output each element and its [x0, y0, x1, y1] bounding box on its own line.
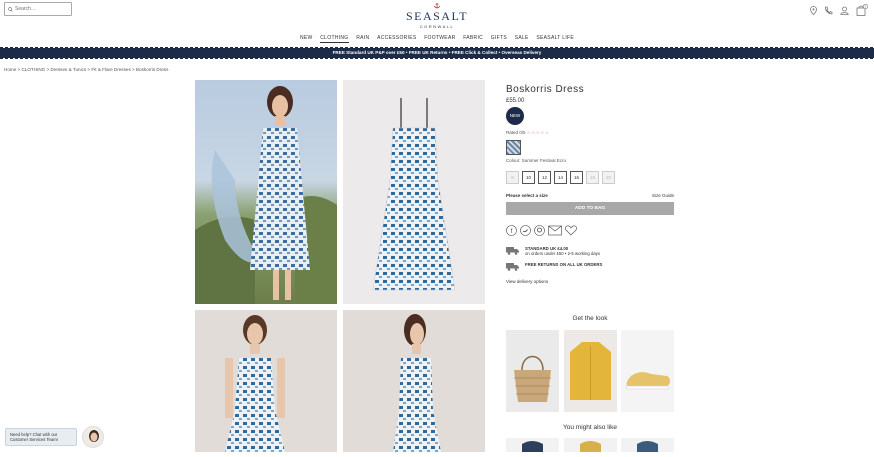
nav-footwear[interactable]: FOOTWEAR	[424, 35, 455, 41]
recommended-garment-illustration	[522, 441, 543, 452]
colour-label: Colour: Summer Festival Ecru	[506, 158, 567, 163]
main-nav: NEW CLOTHING RAIN ACCESSORIES FOOTWEAR F…	[0, 35, 874, 43]
select-size-prompt: Please select a size	[506, 193, 548, 198]
product-title: Boskorris Dress	[506, 84, 585, 95]
delivery-options-link[interactable]: View delivery options	[506, 279, 674, 284]
returns-truck-icon	[506, 263, 519, 271]
facebook-icon[interactable]: f	[506, 225, 517, 236]
chat-widget[interactable]: Need help? Chat with our Customer Servic…	[5, 428, 77, 446]
location-pin-icon[interactable]	[810, 5, 817, 15]
look-item-basket-bag[interactable]	[506, 330, 559, 412]
share-row: f	[506, 225, 674, 236]
size-selector: 8 10 12 14 16 18 20	[506, 171, 674, 184]
shipping-info: STANDARD UK £4.00 on orders under £50 • …	[506, 246, 674, 256]
nav-seasalt-life[interactable]: SEASALT LIFE	[536, 35, 574, 41]
recommended-garment-illustration	[637, 441, 658, 452]
phone-icon[interactable]	[824, 6, 833, 15]
nav-accessories[interactable]: ACCESSORIES	[377, 35, 416, 41]
shoe-illustration	[625, 372, 670, 390]
look-item-yellow-shoe[interactable]	[621, 330, 674, 412]
breadcrumb[interactable]: Home > CLOTHING > Dresses & Tunics > Fit…	[4, 67, 168, 72]
product-info: Boskorris Dress £55.00 NEW Rated 0/5 ☆☆☆…	[506, 84, 674, 284]
you-might-also-like-heading: You might also like	[563, 424, 617, 431]
delivery-truck-icon	[506, 247, 519, 255]
colour-swatch[interactable]	[506, 140, 521, 155]
product-photo-model-side[interactable]	[343, 310, 485, 452]
product-price: £55.00	[506, 98, 525, 104]
recommended-item[interactable]	[506, 438, 559, 452]
twitter-icon[interactable]	[520, 225, 531, 236]
product-photo-model-outdoor[interactable]	[195, 80, 337, 304]
cardigan-illustration	[570, 342, 611, 400]
get-the-look-heading: Get the look	[572, 315, 608, 322]
dress-flatlay-illustration	[372, 98, 456, 291]
model-front-illustration	[225, 315, 285, 452]
model-outdoor-illustration	[195, 86, 337, 304]
nav-clothing[interactable]: CLOTHING	[320, 35, 349, 43]
svg-text:f: f	[511, 229, 513, 235]
account-icon[interactable]	[840, 6, 849, 15]
product-photo-flatlay[interactable]	[343, 80, 485, 304]
promo-banner[interactable]: FREE Standard UK P&P over £50 • FREE UK …	[0, 47, 874, 59]
nav-rain[interactable]: RAIN	[356, 35, 369, 41]
pinterest-icon[interactable]	[534, 225, 545, 236]
size-option[interactable]: 16	[570, 171, 583, 184]
returns-info: FREE RETURNS ON ALL UK ORDERS	[506, 262, 674, 271]
basket-bag-illustration	[514, 355, 551, 402]
brand-subtitle: CORNWALL	[419, 24, 455, 29]
size-option[interactable]: 20	[602, 171, 615, 184]
rating-stars: ☆☆☆☆☆	[526, 130, 550, 135]
site-logo[interactable]: SEASALT CORNWALL	[0, 3, 874, 29]
recommended-item[interactable]	[564, 438, 617, 452]
nav-fabric[interactable]: FABRIC	[463, 35, 483, 41]
size-guide-link[interactable]: Size Guide	[652, 193, 674, 198]
recommended-item[interactable]	[621, 438, 674, 452]
bag-icon[interactable]: 0	[856, 4, 868, 16]
nav-new[interactable]: NEW	[300, 35, 313, 41]
look-item-yellow-cardigan[interactable]	[564, 330, 617, 412]
brand-name: SEASALT	[405, 9, 469, 23]
model-side-illustration	[393, 314, 441, 452]
rating[interactable]: Rated 0/5 ☆☆☆☆☆	[506, 130, 674, 136]
nav-gifts[interactable]: GIFTS	[491, 35, 507, 41]
size-option[interactable]: 8	[506, 171, 519, 184]
recommended-garment-illustration	[580, 441, 601, 452]
new-badge: NEW	[506, 107, 524, 125]
shipping-subtitle: on orders under £50 • 2-5 working days	[525, 251, 601, 256]
header-icons: 0	[810, 4, 868, 16]
size-option[interactable]: 10	[522, 171, 535, 184]
size-row: Please select a size Size Guide	[506, 193, 674, 198]
chat-agent-avatar[interactable]	[82, 426, 104, 448]
rating-label: Rated 0/5	[506, 130, 526, 135]
site-header: SEASALT CORNWALL 0 NEW CLOTHING RAIN ACC…	[0, 0, 874, 48]
product-photo-model-front[interactable]	[195, 310, 337, 452]
nav-sale[interactable]: SALE	[515, 35, 529, 41]
wishlist-heart-icon[interactable]	[565, 225, 577, 236]
size-option[interactable]: 12	[538, 171, 551, 184]
agent-portrait	[87, 430, 101, 447]
returns-text: FREE RETURNS ON ALL UK ORDERS	[525, 262, 603, 267]
size-option[interactable]: 18	[586, 171, 599, 184]
email-icon[interactable]	[548, 225, 562, 236]
add-to-bag-button[interactable]: ADD TO BAG	[506, 202, 674, 215]
size-option[interactable]: 14	[554, 171, 567, 184]
